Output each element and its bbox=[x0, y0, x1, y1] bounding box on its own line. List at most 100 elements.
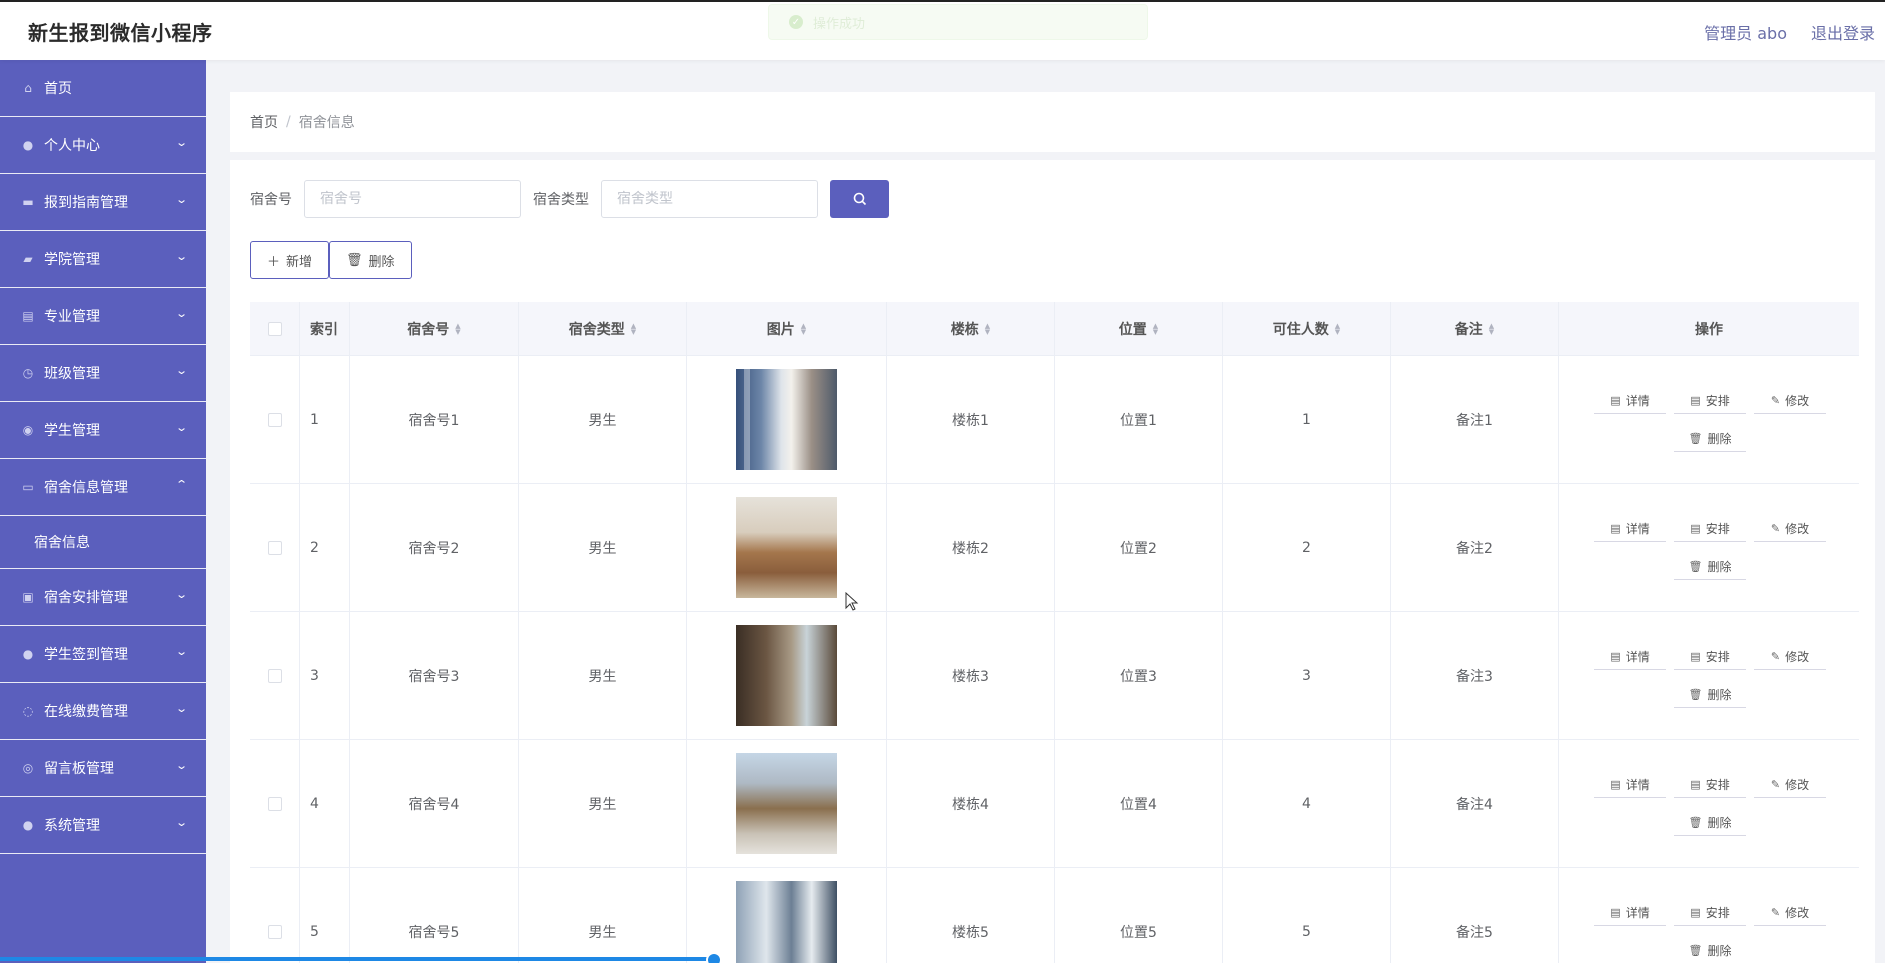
col-label: 宿舍号 bbox=[407, 321, 450, 338]
success-toast: ✓ 操作成功 bbox=[768, 4, 1148, 40]
chevron-down-icon: ⌄ bbox=[174, 645, 188, 658]
arrange-button[interactable]: ▤ 安排 bbox=[1674, 644, 1746, 670]
pencil-icon: ✎ bbox=[1770, 522, 1781, 535]
delete-button[interactable]: 🗑 删除 bbox=[1674, 938, 1746, 963]
dorm-image[interactable] bbox=[736, 753, 837, 854]
arrange-button[interactable]: ▤ 安排 bbox=[1674, 900, 1746, 926]
cell-index: 4 bbox=[300, 740, 350, 867]
dorm-image[interactable] bbox=[736, 881, 837, 963]
add-button[interactable]: ＋ 新增 bbox=[250, 241, 330, 279]
dorm-no-input[interactable] bbox=[304, 180, 521, 218]
col-header-remark[interactable]: 备注 ▲ ▼ bbox=[1391, 302, 1559, 355]
dorm-image[interactable] bbox=[736, 369, 837, 470]
cell-ops: ▤ 详情 ▤ 安排 ✎ 修改 🗑 删除 bbox=[1559, 612, 1859, 739]
col-header-building[interactable]: 楼栋 ▲ ▼ bbox=[887, 302, 1055, 355]
sidebar-subitem-dorm-info[interactable]: 宿舍信息 bbox=[0, 516, 206, 569]
cell-dorm-no: 宿舍号1 bbox=[350, 356, 519, 483]
op-label: 安排 bbox=[1705, 394, 1730, 408]
batch-delete-button[interactable]: 🗑 删除 bbox=[329, 241, 412, 279]
detail-button[interactable]: ▤ 详情 bbox=[1594, 516, 1666, 542]
edit-button[interactable]: ✎ 修改 bbox=[1754, 644, 1826, 670]
detail-button[interactable]: ▤ 详情 bbox=[1594, 900, 1666, 926]
edit-button[interactable]: ✎ 修改 bbox=[1754, 772, 1826, 798]
select-all-checkbox[interactable] bbox=[267, 321, 282, 336]
sort-icon[interactable]: ▲ ▼ bbox=[801, 322, 806, 335]
sidebar-item-system[interactable]: ● 系统管理 ⌄ bbox=[0, 797, 206, 854]
search-button[interactable] bbox=[830, 180, 889, 218]
col-header-dorm-type[interactable]: 宿舍类型 ▲ ▼ bbox=[519, 302, 687, 355]
cell-ops: ▤ 详情 ▤ 安排 ✎ 修改 🗑 删除 bbox=[1559, 356, 1859, 483]
breadcrumb-home[interactable]: 首页 bbox=[250, 112, 278, 132]
edit-button[interactable]: ✎ 修改 bbox=[1754, 900, 1826, 926]
cell-capacity: 3 bbox=[1223, 612, 1391, 739]
sort-icon[interactable]: ▲ ▼ bbox=[1153, 322, 1158, 335]
row-checkbox[interactable] bbox=[267, 924, 282, 939]
sidebar-item-message-board[interactable]: ◎ 留言板管理 ⌄ bbox=[0, 740, 206, 797]
sort-icon[interactable]: ▲ ▼ bbox=[1489, 322, 1494, 335]
col-header-ops: 操作 bbox=[1695, 321, 1723, 338]
edit-button[interactable]: ✎ 修改 bbox=[1754, 388, 1826, 414]
chevron-down-icon: ⌄ bbox=[174, 702, 188, 715]
dorm-type-input[interactable] bbox=[601, 180, 818, 218]
col-header-image[interactable]: 图片 ▲ ▼ bbox=[687, 302, 887, 355]
sort-icon[interactable]: ▲ ▼ bbox=[1335, 322, 1340, 335]
sort-icon[interactable]: ▲ ▼ bbox=[985, 322, 990, 335]
row-checkbox[interactable] bbox=[267, 540, 282, 555]
col-header-dorm-no[interactable]: 宿舍号 ▲ ▼ bbox=[350, 302, 519, 355]
sidebar-item-label: 报到指南管理 bbox=[44, 195, 128, 211]
sidebar-item-college[interactable]: ▰ 学院管理 ⌄ bbox=[0, 231, 206, 288]
chevron-down-icon: ⌄ bbox=[174, 136, 188, 149]
sidebar-item-label: 学生签到管理 bbox=[44, 647, 128, 663]
col-header-position[interactable]: 位置 ▲ ▼ bbox=[1055, 302, 1223, 355]
breadcrumb-current: 宿舍信息 bbox=[298, 115, 355, 131]
delete-button[interactable]: 🗑 删除 bbox=[1674, 554, 1746, 580]
cell-building: 楼栋4 bbox=[887, 740, 1055, 867]
ticket-icon: ▣ bbox=[22, 590, 34, 604]
admin-user-label[interactable]: 管理员 abo bbox=[1704, 20, 1787, 44]
cell-capacity: 2 bbox=[1223, 484, 1391, 611]
plus-icon: ＋ bbox=[267, 254, 281, 270]
sidebar-item-class[interactable]: ◷ 班级管理 ⌄ bbox=[0, 345, 206, 402]
sidebar-item-student[interactable]: ◉ 学生管理 ⌄ bbox=[0, 402, 206, 459]
sidebar-item-payment[interactable]: ◌ 在线缴费管理 ⌄ bbox=[0, 683, 206, 740]
edit-button[interactable]: ✎ 修改 bbox=[1754, 516, 1826, 542]
op-label: 删除 bbox=[1707, 560, 1732, 574]
detail-button[interactable]: ▤ 详情 bbox=[1594, 772, 1666, 798]
cell-dorm-no: 宿舍号2 bbox=[350, 484, 519, 611]
sidebar-item-dorm-info[interactable]: ▭ 宿舍信息管理 ⌃ bbox=[0, 459, 206, 516]
delete-label: 删除 bbox=[368, 254, 395, 270]
sort-icon[interactable]: ▲ ▼ bbox=[455, 322, 460, 335]
cell-dorm-type: 男生 bbox=[519, 484, 687, 611]
arrange-button[interactable]: ▤ 安排 bbox=[1674, 772, 1746, 798]
op-label: 详情 bbox=[1625, 906, 1650, 920]
detail-button[interactable]: ▤ 详情 bbox=[1594, 388, 1666, 414]
detail-button[interactable]: ▤ 详情 bbox=[1594, 644, 1666, 670]
chevron-down-icon: ⌄ bbox=[174, 759, 188, 772]
col-header-capacity[interactable]: 可住人数 ▲ ▼ bbox=[1223, 302, 1391, 355]
delete-button[interactable]: 🗑 删除 bbox=[1674, 426, 1746, 452]
dorm-image[interactable] bbox=[736, 497, 837, 598]
sidebar-item-guide[interactable]: ▬ 报到指南管理 ⌄ bbox=[0, 174, 206, 231]
sidebar-item-dorm-arrange[interactable]: ▣ 宿舍安排管理 ⌄ bbox=[0, 569, 206, 626]
delete-button[interactable]: 🗑 删除 bbox=[1674, 810, 1746, 836]
delete-button[interactable]: 🗑 删除 bbox=[1674, 682, 1746, 708]
pencil-icon: ✎ bbox=[1770, 394, 1781, 407]
sidebar-item-personal-center[interactable]: ● 个人中心 ⌄ bbox=[0, 117, 206, 174]
sidebar-item-home[interactable]: ⌂ 首页 bbox=[0, 60, 206, 117]
sidebar-item-major[interactable]: ▤ 专业管理 ⌄ bbox=[0, 288, 206, 345]
sidebar-item-label: 专业管理 bbox=[44, 309, 100, 325]
clock-icon: ◷ bbox=[22, 366, 34, 380]
cell-remark: 备注3 bbox=[1391, 612, 1559, 739]
op-label: 详情 bbox=[1625, 778, 1650, 792]
op-label: 修改 bbox=[1785, 650, 1810, 664]
arrange-button[interactable]: ▤ 安排 bbox=[1674, 516, 1746, 542]
dorm-image[interactable] bbox=[736, 625, 837, 726]
logout-link[interactable]: 退出登录 bbox=[1811, 20, 1875, 44]
arrange-button[interactable]: ▤ 安排 bbox=[1674, 388, 1746, 414]
sidebar-item-checkin[interactable]: ● 学生签到管理 ⌄ bbox=[0, 626, 206, 683]
row-checkbox[interactable] bbox=[267, 796, 282, 811]
row-checkbox[interactable] bbox=[267, 668, 282, 683]
row-checkbox[interactable] bbox=[267, 412, 282, 427]
trash-icon: 🗑 bbox=[1688, 816, 1703, 829]
sort-icon[interactable]: ▲ ▼ bbox=[631, 322, 636, 335]
